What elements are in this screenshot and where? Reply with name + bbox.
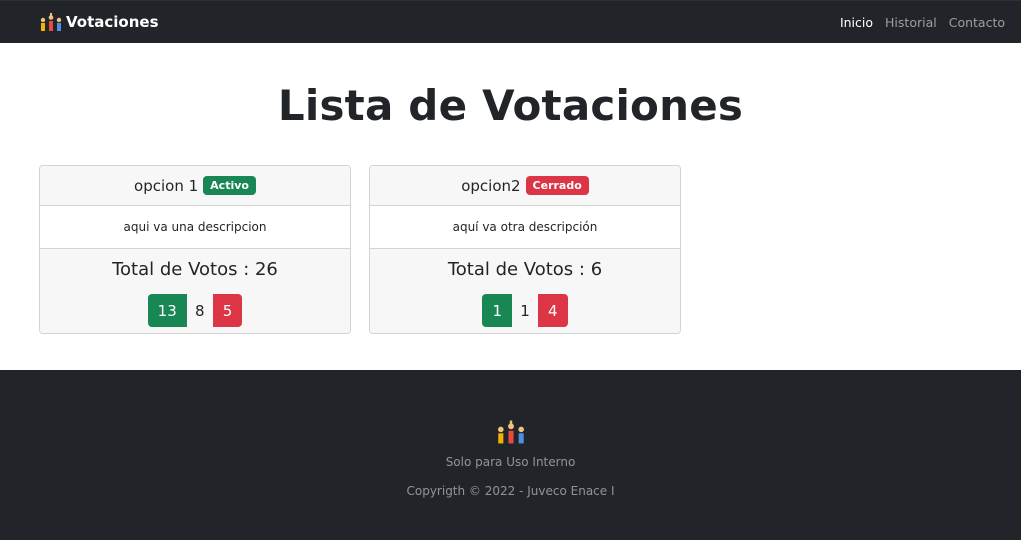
page-title: Lista de Votaciones [277, 81, 744, 130]
brand-link[interactable]: Votaciones [40, 13, 159, 31]
navbar: Votaciones Inicio Historial Contacto [0, 0, 1021, 43]
vote-card: opcion 1 Activo aqui va una descripcion … [39, 165, 351, 334]
card-footer: Total de Votos : 6 1 1 4 [370, 249, 680, 333]
vote-card: opcion2 Cerrado aquí va otra descripción… [369, 165, 681, 334]
card-description: aquí va otra descripción [370, 206, 680, 249]
nav-link-historial[interactable]: Historial [885, 15, 937, 30]
nav-links: Inicio Historial Contacto [840, 15, 1005, 30]
copyright-text: Copyrigth © 2022 - Juveco Enace I [406, 484, 615, 498]
no-count-button[interactable]: 4 [538, 294, 568, 327]
main-content: Lista de Votaciones opcion 1 Activo aqui… [0, 43, 1021, 370]
yes-count-button[interactable]: 1 [482, 294, 512, 327]
option-name: opcion 1 [134, 176, 199, 195]
vote-total: Total de Votos : 26 [112, 259, 278, 280]
neutral-count[interactable]: 1 [512, 294, 538, 327]
status-badge: Activo [203, 176, 256, 195]
vote-total: Total de Votos : 6 [447, 259, 603, 280]
vote-counts: 13 8 5 [40, 294, 350, 327]
internal-use-text: Solo para Uso Interno [445, 455, 576, 469]
footer: Solo para Uso Interno Copyrigth © 2022 -… [0, 370, 1021, 540]
nav-link-contacto[interactable]: Contacto [949, 15, 1005, 30]
option-name: opcion2 [461, 176, 521, 195]
brand-title: Votaciones [66, 13, 159, 31]
status-badge: Cerrado [525, 176, 589, 195]
vote-card-list: opcion 1 Activo aqui va una descripcion … [0, 165, 1021, 334]
no-count-button[interactable]: 5 [212, 294, 243, 327]
vote-counts: 1 1 4 [370, 294, 680, 327]
nav-link-inicio[interactable]: Inicio [840, 15, 873, 30]
raised-hands-logo-icon [40, 13, 62, 31]
card-footer: Total de Votos : 26 13 8 5 [40, 249, 350, 333]
neutral-count[interactable]: 8 [187, 294, 213, 327]
card-description: aqui va una descripcion [40, 206, 350, 249]
raised-hands-logo-icon [497, 420, 524, 444]
yes-count-button[interactable]: 13 [147, 294, 187, 327]
card-header: opcion 1 Activo [40, 166, 350, 206]
card-header: opcion2 Cerrado [370, 166, 680, 206]
